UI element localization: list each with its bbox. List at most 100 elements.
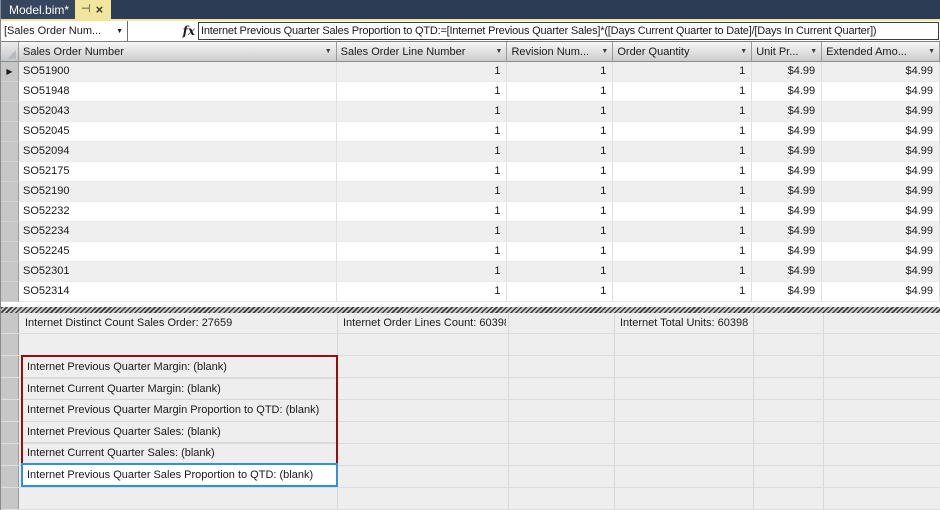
grid-cell[interactable]: SO52314 (18, 282, 337, 302)
grid-cell[interactable]: 1 (507, 222, 614, 242)
grid-cell[interactable]: 1 (613, 82, 753, 102)
grid-cell[interactable]: 1 (336, 142, 508, 162)
grid-cell[interactable]: $4.99 (822, 122, 940, 142)
grid-cell[interactable]: $4.99 (822, 82, 940, 102)
row-selector[interactable] (1, 222, 19, 242)
tab-model-bim[interactable]: Model.bim* ⊣ × (1, 0, 112, 19)
grid-cell[interactable]: 1 (336, 202, 508, 222)
row-selector[interactable] (1, 282, 19, 302)
column-header-sales-order-number[interactable]: Sales Order Number ▼ (18, 42, 337, 62)
grid-cell[interactable]: 1 (336, 222, 508, 242)
close-icon[interactable]: × (96, 3, 104, 16)
grid-cell[interactable]: SO52232 (18, 202, 337, 222)
row-selector[interactable]: ▶ (1, 62, 19, 82)
measure-row-internet-previous-quarter-margin[interactable]: Internet Previous Quarter Margin: (blank… (23, 357, 336, 379)
grid-cell[interactable]: $4.99 (752, 262, 823, 282)
row-selector[interactable] (1, 122, 19, 142)
grid-cell[interactable]: 1 (336, 62, 508, 82)
grid-cell[interactable]: $4.99 (822, 282, 940, 302)
grid-cell[interactable]: 1 (336, 122, 508, 142)
row-selector[interactable] (1, 202, 19, 222)
grid-cell[interactable]: 1 (613, 262, 753, 282)
measure-name-dropdown[interactable]: [Sales Order Num... ▼ (1, 21, 128, 41)
grid-cell[interactable]: 1 (613, 202, 753, 222)
grid-cell[interactable]: 1 (336, 162, 508, 182)
filter-arrow-icon[interactable]: ▼ (810, 48, 817, 55)
filter-arrow-icon[interactable]: ▼ (325, 48, 332, 55)
grid-cell[interactable]: 1 (336, 242, 508, 262)
grid-cell[interactable]: $4.99 (752, 182, 823, 202)
grid-cell[interactable]: 1 (507, 182, 614, 202)
row-selector[interactable] (1, 262, 19, 282)
measure-cell-internet-total-units[interactable]: Internet Total Units: 60398 (616, 313, 751, 333)
grid-cell[interactable]: $4.99 (752, 202, 823, 222)
grid-cell[interactable]: 1 (336, 182, 508, 202)
grid-cell[interactable]: $4.99 (822, 102, 940, 122)
column-header-sales-order-line-number[interactable]: Sales Order Line Number ▼ (336, 42, 508, 62)
pin-icon[interactable]: ⊣ (81, 4, 91, 15)
grid-cell[interactable]: 1 (613, 222, 753, 242)
column-header-unit-pr[interactable]: Unit Pr... ▼ (752, 42, 823, 62)
filter-arrow-icon[interactable]: ▼ (740, 48, 747, 55)
grid-cell[interactable]: $4.99 (752, 102, 823, 122)
grid-cell[interactable]: SO51948 (18, 82, 337, 102)
grid-cell[interactable]: SO51900 (18, 62, 337, 82)
grid-cell[interactable]: $4.99 (822, 222, 940, 242)
measure-cell-internet-distinct-count-sales-order[interactable]: Internet Distinct Count Sales Order: 276… (21, 313, 335, 333)
row-selector[interactable] (1, 162, 19, 182)
grid-cell[interactable]: SO52190 (18, 182, 337, 202)
measure-row-internet-current-quarter-sales[interactable]: Internet Current Quarter Sales: (blank) (23, 443, 336, 465)
grid-cell[interactable]: 1 (613, 282, 753, 302)
grid-cell[interactable]: 1 (507, 82, 614, 102)
grid-cell[interactable]: 1 (507, 122, 614, 142)
grid-cell[interactable]: SO52043 (18, 102, 337, 122)
grid-cell[interactable]: 1 (336, 262, 508, 282)
grid-cell[interactable]: 1 (507, 202, 614, 222)
measure-cell-internet-order-lines-count[interactable]: Internet Order Lines Count: 60398 (339, 313, 506, 333)
grid-cell[interactable]: 1 (613, 162, 753, 182)
grid-cell[interactable]: $4.99 (822, 182, 940, 202)
measure-row-internet-previous-quarter-sales-proportion-to-qtd[interactable]: Internet Previous Quarter Sales Proporti… (21, 462, 338, 487)
grid-cell[interactable]: $4.99 (822, 202, 940, 222)
grid-cell[interactable]: 1 (613, 182, 753, 202)
grid-cell[interactable]: 1 (507, 102, 614, 122)
row-selector[interactable] (1, 102, 19, 122)
row-selector[interactable] (1, 82, 19, 102)
grid-cell[interactable]: 1 (336, 282, 508, 302)
grid-cell[interactable]: 1 (507, 162, 614, 182)
measure-row-internet-previous-quarter-margin-proportion-to-qtd[interactable]: Internet Previous Quarter Margin Proport… (23, 400, 336, 422)
column-header-extended-amo[interactable]: Extended Amo... ▼ (822, 42, 940, 62)
grid-cell[interactable]: $4.99 (822, 242, 940, 262)
grid-cell[interactable]: 1 (613, 122, 753, 142)
grid-cell[interactable]: 1 (613, 242, 753, 262)
grid-cell[interactable]: $4.99 (752, 222, 823, 242)
grid-cell[interactable]: $4.99 (752, 162, 823, 182)
grid-cell[interactable]: SO52301 (18, 262, 337, 282)
filter-arrow-icon[interactable]: ▼ (496, 48, 503, 55)
grid-cell[interactable]: 1 (613, 102, 753, 122)
grid-cell[interactable]: $4.99 (752, 282, 823, 302)
row-selector[interactable] (1, 242, 19, 262)
row-selector[interactable] (1, 182, 19, 202)
grid-cell[interactable]: 1 (336, 102, 508, 122)
grid-cell[interactable]: 1 (507, 62, 614, 82)
filter-arrow-icon[interactable]: ▼ (601, 48, 608, 55)
grid-cell[interactable]: $4.99 (752, 82, 823, 102)
grid-cell[interactable]: SO52175 (18, 162, 337, 182)
formula-input[interactable]: Internet Previous Quarter Sales Proporti… (198, 22, 939, 40)
measure-row-internet-current-quarter-margin[interactable]: Internet Current Quarter Margin: (blank) (23, 379, 336, 400)
grid-cell[interactable]: SO52094 (18, 142, 337, 162)
grid-cell[interactable]: $4.99 (752, 242, 823, 262)
select-all-corner[interactable] (1, 42, 19, 62)
grid-cell[interactable]: 1 (507, 142, 614, 162)
row-selector[interactable] (1, 142, 19, 162)
grid-cell[interactable]: $4.99 (752, 142, 823, 162)
grid-cell[interactable]: $4.99 (752, 62, 823, 82)
grid-cell[interactable]: $4.99 (822, 142, 940, 162)
grid-cell[interactable]: SO52234 (18, 222, 337, 242)
filter-arrow-icon[interactable]: ▼ (928, 48, 935, 55)
grid-cell[interactable]: SO52245 (18, 242, 337, 262)
grid-cell[interactable]: $4.99 (822, 62, 940, 82)
grid-cell[interactable]: 1 (507, 262, 614, 282)
grid-cell[interactable]: 1 (336, 82, 508, 102)
